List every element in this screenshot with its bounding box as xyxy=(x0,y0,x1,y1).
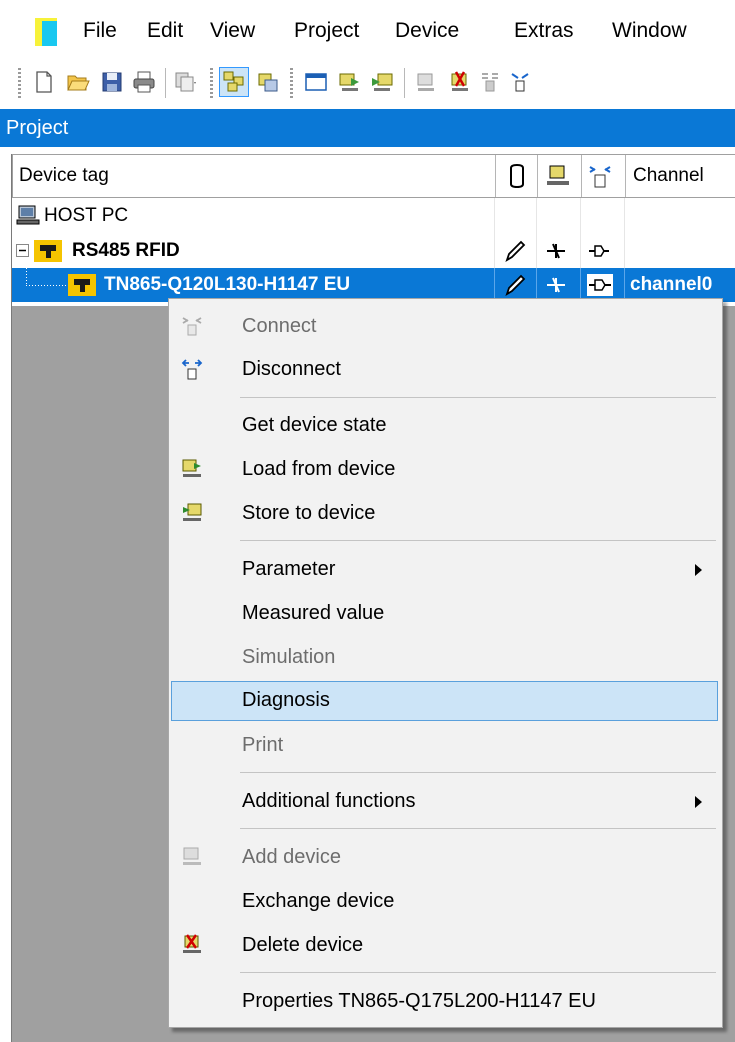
menu-item-simulation[interactable]: Simulation xyxy=(171,638,718,678)
row-tag: HOST PC xyxy=(44,205,129,226)
menu-file[interactable]: File xyxy=(83,17,117,45)
column-connection-icon[interactable] xyxy=(587,163,613,189)
menu-item-label: Diagnosis xyxy=(242,689,330,711)
menu-item-parameter[interactable]: Parameter xyxy=(171,550,718,590)
submenu-arrow-icon xyxy=(695,564,702,576)
menu-item-label: Add device xyxy=(242,846,341,868)
project-title: Project xyxy=(6,117,69,139)
store-icon[interactable] xyxy=(370,70,394,94)
turck-device-icon xyxy=(34,240,62,262)
toolbar-grip-3[interactable] xyxy=(290,68,293,100)
menu-item-label: Store to device xyxy=(242,502,376,524)
plug-icon xyxy=(589,245,609,257)
add-device-icon xyxy=(183,847,201,865)
tree-row-rs485-rfid[interactable]: RS485 RFID xyxy=(12,233,735,268)
device-catalog-icon[interactable] xyxy=(256,70,280,94)
save-icon[interactable] xyxy=(100,70,124,94)
delete-device-icon[interactable] xyxy=(448,70,472,94)
menu-bar: File Edit View Project Device Extras Win… xyxy=(0,0,735,58)
menu-item-load-from-device[interactable]: Load from device xyxy=(171,450,718,490)
menu-item-print[interactable]: Print xyxy=(171,726,718,766)
menu-project[interactable]: Project xyxy=(294,17,359,45)
copy-dropdown-icon[interactable] xyxy=(174,70,198,94)
grid-header: Device tag Channel xyxy=(12,154,735,198)
connect-icon[interactable] xyxy=(478,70,502,94)
menu-item-properties[interactable]: Properties TN865-Q175L200-H1147 EU xyxy=(171,982,718,1022)
connection-state-icon xyxy=(547,277,565,293)
menu-item-label: Exchange device xyxy=(242,890,395,912)
tree-row-tn865[interactable]: TN865-Q120L130-H1147 EU channel0 xyxy=(12,268,735,302)
menu-item-add-device[interactable]: Add device xyxy=(171,838,718,878)
toolbar-separator xyxy=(165,68,166,98)
delete-device-icon xyxy=(183,934,201,953)
new-icon[interactable] xyxy=(32,70,56,94)
menu-edit[interactable]: Edit xyxy=(147,17,183,45)
open-icon[interactable] xyxy=(66,70,90,94)
print-icon[interactable] xyxy=(132,70,156,94)
column-storage-icon[interactable] xyxy=(508,164,526,188)
column-device-tag[interactable]: Device tag xyxy=(19,165,109,187)
host-pc-icon xyxy=(16,205,40,225)
toolbar-grip[interactable] xyxy=(18,68,21,100)
disconnect-icon[interactable] xyxy=(508,70,532,94)
row-channel: channel0 xyxy=(630,274,713,295)
app-icon[interactable] xyxy=(35,18,57,46)
menu-window[interactable]: Window xyxy=(612,17,687,45)
toolbar-grip-2[interactable] xyxy=(210,68,213,100)
context-menu: Connect Disconnect Get device state Load… xyxy=(168,298,723,1028)
turck-device-icon xyxy=(68,274,96,296)
menu-item-label: Parameter xyxy=(242,558,336,580)
menu-device[interactable]: Device xyxy=(395,17,459,45)
menu-item-label: Simulation xyxy=(242,646,336,668)
load-from-device-icon xyxy=(182,459,201,477)
menu-item-delete-device[interactable]: Delete device xyxy=(171,926,718,966)
edit-pencil-icon xyxy=(505,240,526,263)
collapse-icon[interactable] xyxy=(16,244,29,257)
row-tag: RS485 RFID xyxy=(72,240,180,261)
menu-item-label: Properties TN865-Q175L200-H1147 EU xyxy=(242,990,596,1012)
menu-item-label: Additional functions xyxy=(242,790,416,812)
column-device-icon[interactable] xyxy=(545,164,571,188)
menu-item-label: Delete device xyxy=(242,934,364,956)
menu-extras[interactable]: Extras xyxy=(514,17,574,45)
edit-pencil-icon xyxy=(505,274,526,297)
menu-item-get-device-state[interactable]: Get device state xyxy=(171,406,718,446)
row-tag: TN865-Q120L130-H1147 EU xyxy=(104,274,351,295)
submenu-arrow-icon xyxy=(695,796,702,808)
menu-item-label: Connect xyxy=(242,315,317,337)
menu-item-additional-functions[interactable]: Additional functions xyxy=(171,782,718,822)
menu-item-label: Get device state xyxy=(242,414,387,436)
add-device-icon[interactable] xyxy=(414,70,438,94)
menu-item-disconnect[interactable]: Disconnect xyxy=(171,350,718,390)
plug-icon xyxy=(587,274,613,296)
connection-state-icon xyxy=(547,243,565,259)
disconnect-icon xyxy=(181,359,203,380)
menu-item-label: Print xyxy=(242,734,284,756)
menu-item-measured-value[interactable]: Measured value xyxy=(171,594,718,634)
window-icon[interactable] xyxy=(304,70,328,94)
project-panel-header: Project xyxy=(0,109,735,147)
menu-item-store-to-device[interactable]: Store to device xyxy=(171,494,718,534)
tree-row-host-pc[interactable]: HOST PC xyxy=(12,198,735,233)
connect-icon xyxy=(182,317,202,336)
menu-item-label: Load from device xyxy=(242,458,396,480)
menu-item-label: Disconnect xyxy=(242,358,341,380)
toolbar-separator-2 xyxy=(404,68,405,98)
store-to-device-icon xyxy=(183,503,202,521)
menu-item-exchange-device[interactable]: Exchange device xyxy=(171,882,718,922)
column-channel[interactable]: Channel xyxy=(633,165,704,187)
menu-item-diagnosis[interactable]: Diagnosis xyxy=(171,681,718,721)
menu-view[interactable]: View xyxy=(210,17,255,45)
network-view-icon[interactable] xyxy=(219,67,249,97)
toolbar xyxy=(0,58,735,106)
load-icon[interactable] xyxy=(338,70,362,94)
menu-item-label: Measured value xyxy=(242,602,385,624)
menu-item-connect[interactable]: Connect xyxy=(171,307,718,347)
